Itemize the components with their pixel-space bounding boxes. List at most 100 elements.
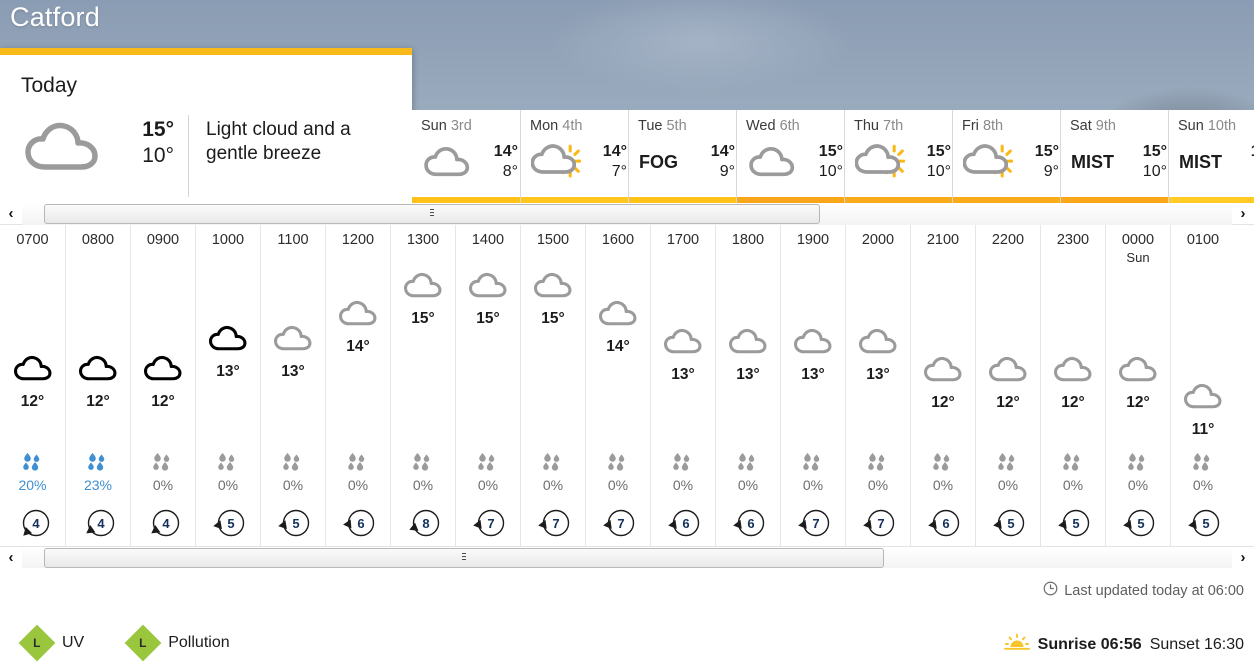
day-tab-temperatures: 14°8° <box>1233 142 1254 182</box>
day-tab-weekday: Sun <box>421 118 447 134</box>
hour-precipitation-value: 0% <box>217 477 239 493</box>
day-tab-date: 8th <box>982 118 1004 134</box>
hour-column-2100[interactable]: 2100 12° 0% 6 <box>910 225 975 546</box>
hour-precipitation-value: 20% <box>18 477 47 493</box>
day-tab-name: Thu 7th <box>845 118 952 134</box>
hour-precipitation: 0% <box>976 453 1040 493</box>
raindrop-icon <box>261 453 325 475</box>
hour-temperature: 13° <box>866 366 890 383</box>
day-tab-date: 7th <box>883 118 904 134</box>
hour-column-1400[interactable]: 1400 15° 0% 7 <box>455 225 520 546</box>
hour-column-0900[interactable]: 0900 12° 0% 4 <box>130 225 195 546</box>
scroll-left-icon[interactable]: ‹ <box>0 547 22 569</box>
hour-column-1600[interactable]: 1600 14° 0% 7 <box>585 225 650 546</box>
svg-text:8: 8 <box>422 516 429 531</box>
day-tab-name: Wed 6th <box>737 118 844 134</box>
today-label: Today <box>21 74 78 97</box>
scroll-left-icon[interactable]: ‹ <box>0 203 22 225</box>
day-tab-weekday: Sat <box>1070 118 1092 134</box>
day-tab-sun-3rd[interactable]: Sun 3rd 14° 8° <box>412 110 520 205</box>
cloud-icon <box>1041 356 1105 390</box>
day-tab-date: 9th <box>1095 118 1116 134</box>
hour-time: 1500 <box>521 232 585 248</box>
hour-column-1200[interactable]: 1200 14° 0% 6 <box>325 225 390 546</box>
hour-temperature-block: 11° <box>1171 383 1235 439</box>
hour-column-1800[interactable]: 1800 13° 0% 6 <box>715 225 780 546</box>
hour-column-1700[interactable]: 1700 13° 0% 6 <box>650 225 715 546</box>
scroll-right-icon[interactable]: › <box>1232 203 1254 225</box>
hour-precipitation-value: 0% <box>737 477 759 493</box>
pollution-indicator[interactable]: L Pollution <box>124 624 230 662</box>
day-tab-body: 15° 10° <box>737 134 844 190</box>
day-tab-tue-5th[interactable]: Tue 5th FOG 14° 9° <box>628 110 736 205</box>
hour-precipitation-value: 0% <box>997 477 1019 493</box>
day-tab-weekday: Tue <box>638 118 663 134</box>
cloud-icon <box>743 146 801 178</box>
today-summary-card[interactable]: Today 15° 10° Light cloud and a gentle b… <box>0 48 412 205</box>
day-tab-date: 4th <box>562 118 583 134</box>
day-tab-high: 14° <box>710 143 735 160</box>
cloud-icon <box>1171 383 1235 417</box>
hour-column-1100[interactable]: 1100 13° 0% 5 <box>260 225 325 546</box>
pollution-level-badge: L <box>124 624 162 662</box>
hour-time-value: 1700 <box>666 232 700 248</box>
hour-column-1000[interactable]: 1000 13° 0% 5 <box>195 225 260 546</box>
day-tab-temperatures: 15° 10° <box>909 142 951 182</box>
wind-arrow-icon: 4 <box>66 507 130 541</box>
uv-indicator[interactable]: L UV <box>18 624 84 662</box>
hour-precipitation-value: 0% <box>1127 477 1149 493</box>
hour-precipitation: 0% <box>1106 453 1170 493</box>
grip-icon <box>462 553 466 562</box>
hour-column-0800[interactable]: 0800 12° 23% 4 <box>65 225 130 546</box>
day-tab-sun-10th[interactable]: Sun 10th MIST 14°8° <box>1168 110 1254 205</box>
wind-arrow-icon: 5 <box>196 507 260 541</box>
sunrise-text: Sunrise 06:56 <box>1037 635 1142 653</box>
sunrise-icon <box>1003 633 1030 656</box>
scrollbar-track[interactable] <box>22 546 1232 569</box>
day-tab-body: MIST 14°8° <box>1169 134 1254 190</box>
sun-cloud-icon <box>527 142 585 183</box>
raindrop-icon <box>196 453 260 475</box>
hour-column-0700[interactable]: 0700 12° 20% 4 <box>0 225 65 546</box>
day-tab-sat-9th[interactable]: Sat 9th MIST 15° 10° <box>1060 110 1168 205</box>
indicator-row: L UV L Pollution <box>18 624 230 662</box>
day-tabs-strip[interactable]: Sun 3rd 14° 8° Mon 4th 14° 7° Tue 5th FOG 14° 9° W… <box>412 110 1254 205</box>
hour-temperature-block: 13° <box>846 328 910 384</box>
svg-text:6: 6 <box>747 516 754 531</box>
hour-column-0100[interactable]: 0100 11° 0% 5 <box>1170 225 1235 546</box>
svg-text:6: 6 <box>357 516 364 531</box>
cloud-icon <box>521 272 585 306</box>
hour-column-2300[interactable]: 2300 12° 0% 5 <box>1040 225 1105 546</box>
hour-column-2000[interactable]: 2000 13° 0% 7 <box>845 225 910 546</box>
hour-time: 1300 <box>391 232 455 248</box>
hour-temperature: 12° <box>1126 394 1150 411</box>
raindrop-icon <box>716 453 780 475</box>
scrollbar-track[interactable] <box>22 202 1232 225</box>
day-tab-wed-6th[interactable]: Wed 6th 15° 10° <box>736 110 844 205</box>
raindrop-icon <box>586 453 650 475</box>
hour-column-1300[interactable]: 1300 15° 0% 8 <box>390 225 455 546</box>
hour-precipitation: 0% <box>911 453 975 493</box>
wind-arrow-icon: 8 <box>391 507 455 541</box>
day-tab-thu-7th[interactable]: Thu 7th 15° 10° <box>844 110 952 205</box>
day-tab-weekday: Mon <box>530 118 559 134</box>
wind-arrow-icon: 5 <box>1171 507 1235 541</box>
svg-text:4: 4 <box>97 516 105 531</box>
scrollbar-thumb[interactable] <box>44 547 884 568</box>
day-tabs-scrollbar[interactable]: ‹ › <box>0 202 1254 225</box>
hour-column-2200[interactable]: 2200 12° 0% 5 <box>975 225 1040 546</box>
day-tab-mon-4th[interactable]: Mon 4th 14° 7° <box>520 110 628 205</box>
today-description: Light cloud and a gentle breeze <box>206 119 351 165</box>
cloud-icon <box>456 272 520 306</box>
scroll-right-icon[interactable]: › <box>1232 547 1254 569</box>
hour-column-0000[interactable]: 0000 Sun 12° 0% 5 <box>1105 225 1170 546</box>
hour-column-1500[interactable]: 1500 15° 0% 7 <box>520 225 585 546</box>
hour-column-1900[interactable]: 1900 13° 0% 7 <box>780 225 845 546</box>
hour-temperature-block: 13° <box>781 328 845 384</box>
hour-time: 1000 <box>196 232 260 248</box>
day-tab-fri-8th[interactable]: Fri 8th 15° 9° <box>952 110 1060 205</box>
hour-time: 1600 <box>586 232 650 248</box>
weather-forecast-page: Catford Today 15° 10° Light cloud and a … <box>0 0 1254 671</box>
scrollbar-thumb[interactable] <box>44 203 820 224</box>
hourly-scrollbar[interactable]: ‹ › <box>0 546 1254 569</box>
